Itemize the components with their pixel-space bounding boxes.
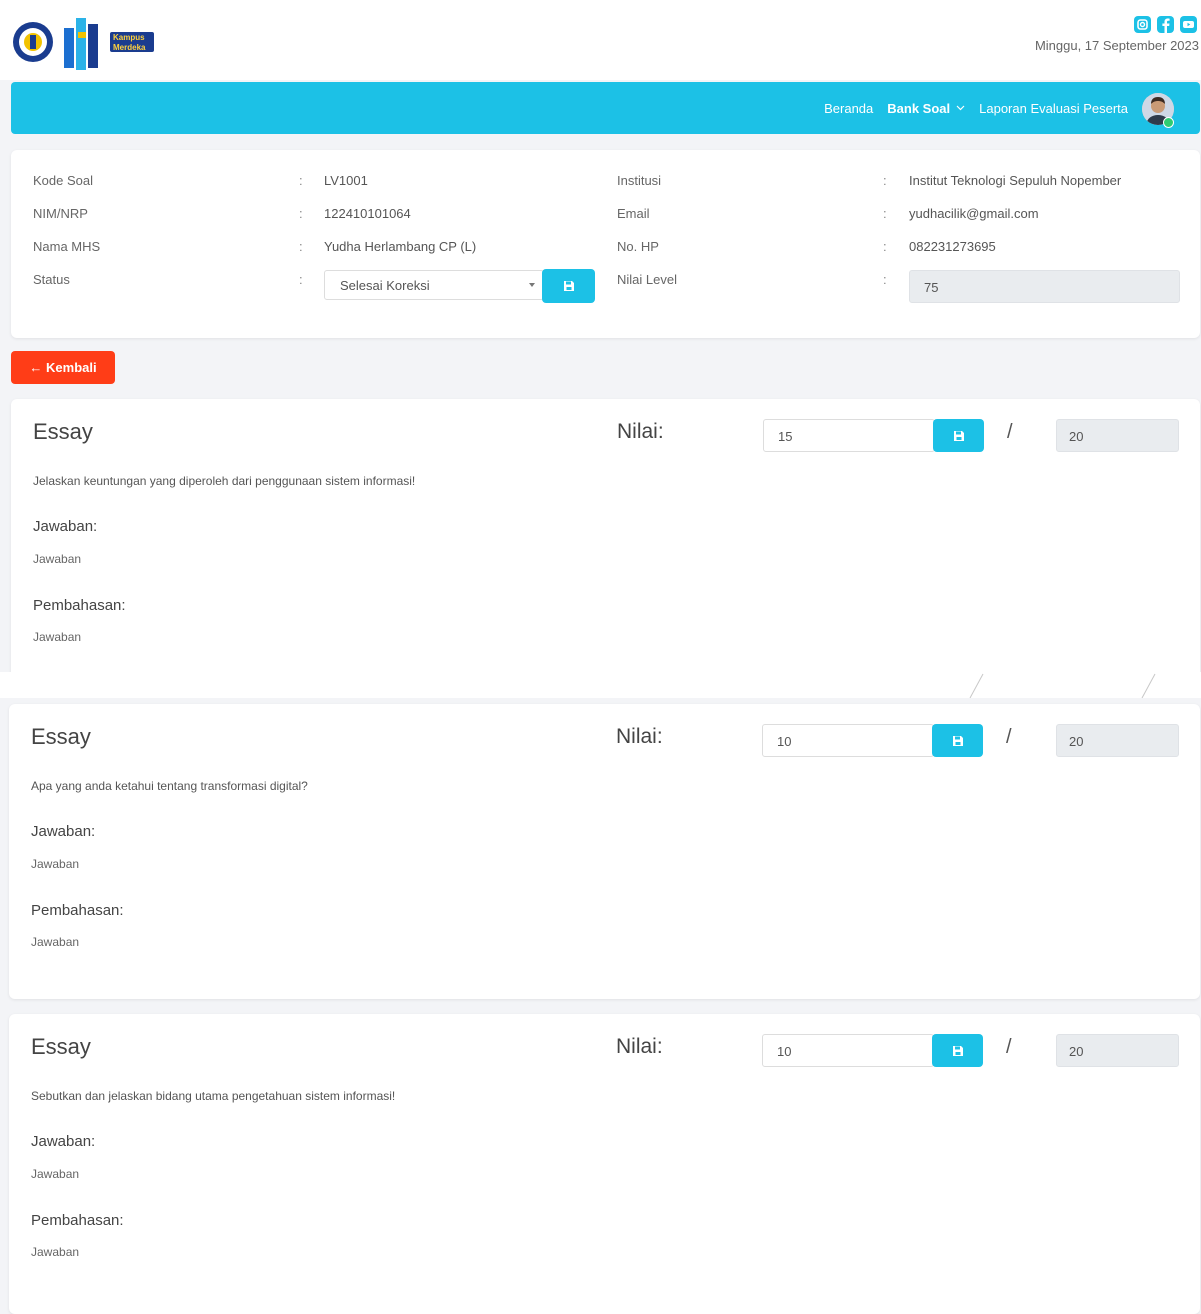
chevron-down-icon bbox=[956, 105, 965, 111]
essay-card bbox=[11, 399, 1200, 689]
hp-label: No. HP bbox=[617, 239, 659, 254]
jawaban-text: Jawaban bbox=[31, 857, 80, 871]
tut-wuri-logo-icon bbox=[13, 22, 53, 62]
slash-separator: / bbox=[1006, 1036, 1012, 1058]
max-nilai-field: 20 bbox=[1056, 419, 1179, 452]
essay-card bbox=[9, 704, 1200, 999]
save-icon bbox=[563, 281, 574, 291]
current-date: Minggu, 17 September 2023 bbox=[1034, 38, 1199, 53]
max-nilai-value: 20 bbox=[1069, 1044, 1084, 1059]
colon: : bbox=[299, 206, 303, 221]
nav-item-bank-soal-label: Bank Soal bbox=[887, 100, 951, 116]
question-text: Sebutkan dan jelaskan bidang utama penge… bbox=[31, 1089, 396, 1103]
kampus-merdeka-logo-icon bbox=[64, 18, 98, 70]
nav-item-beranda[interactable]: Beranda bbox=[824, 101, 873, 116]
hp-value: 082231273695 bbox=[909, 239, 996, 254]
nilai-label: Nilai: bbox=[616, 1035, 663, 1058]
colon: : bbox=[883, 206, 887, 221]
instagram-icon[interactable] bbox=[1134, 16, 1151, 33]
colon: : bbox=[883, 272, 887, 287]
nilai-level-field: 75 bbox=[909, 270, 1180, 303]
nilai-label: Nilai: bbox=[616, 725, 663, 748]
email-value: yudhacilik@gmail.com bbox=[909, 206, 1039, 221]
kode-soal-value: LV1001 bbox=[324, 173, 368, 188]
slash-separator: / bbox=[1006, 726, 1012, 748]
colon: : bbox=[299, 272, 303, 287]
save-icon bbox=[952, 735, 963, 746]
colon: : bbox=[299, 173, 303, 188]
back-button[interactable]: ← Kembali bbox=[11, 351, 115, 384]
status-label: Status bbox=[33, 272, 70, 287]
online-status-dot bbox=[1163, 117, 1174, 128]
save-icon bbox=[952, 1045, 963, 1056]
kampus-merdeka-logo-text: Kampus Merdeka bbox=[110, 32, 154, 52]
nilai-input[interactable]: 10 bbox=[762, 724, 934, 757]
nav-item-bank-soal[interactable]: Bank Soal bbox=[887, 101, 965, 116]
nim-value: 122410101064 bbox=[324, 206, 411, 221]
nilai-level-label: Nilai Level bbox=[617, 272, 677, 287]
institusi-label: Institusi bbox=[617, 173, 662, 188]
colon: : bbox=[883, 173, 887, 188]
main-nav: Beranda Bank Soal Laporan Evaluasi Peser… bbox=[11, 82, 1200, 134]
save-nilai-button[interactable] bbox=[932, 1034, 983, 1067]
slash-separator: / bbox=[1007, 421, 1013, 443]
top-bar: Kampus Merdeka Minggu, 17 September 2023 bbox=[0, 0, 1201, 80]
nav-items: Beranda Bank Soal Laporan Evaluasi Peser… bbox=[824, 82, 1128, 134]
save-icon bbox=[953, 430, 964, 441]
pembahasan-heading: Pembahasan: bbox=[31, 902, 124, 919]
screenshot-separator bbox=[0, 672, 1201, 699]
nama-value: Yudha Herlambang CP (L) bbox=[324, 239, 477, 254]
email-label: Email bbox=[617, 206, 650, 221]
essay-title: Essay bbox=[33, 419, 93, 444]
jawaban-heading: Jawaban: bbox=[33, 518, 98, 535]
nilai-input-value: 10 bbox=[777, 1044, 792, 1059]
nim-label: NIM/NRP bbox=[33, 206, 88, 221]
nilai-label: Nilai: bbox=[617, 420, 664, 443]
save-nilai-button[interactable] bbox=[932, 724, 983, 757]
max-nilai-value: 20 bbox=[1069, 429, 1084, 444]
max-nilai-value: 20 bbox=[1069, 734, 1084, 749]
status-select-value: Selesai Koreksi bbox=[340, 278, 430, 293]
save-nilai-button[interactable] bbox=[933, 419, 984, 452]
question-text: Jelaskan keuntungan yang diperoleh dari … bbox=[33, 474, 416, 488]
max-nilai-field: 20 bbox=[1056, 1034, 1179, 1067]
status-select[interactable]: Selesai Koreksi bbox=[324, 270, 544, 300]
facebook-icon[interactable] bbox=[1157, 16, 1174, 33]
nilai-input[interactable]: 10 bbox=[762, 1034, 934, 1067]
jawaban-text: Jawaban bbox=[33, 552, 82, 566]
pembahasan-text: Jawaban bbox=[31, 935, 80, 949]
jawaban-heading: Jawaban: bbox=[31, 1133, 96, 1150]
nilai-input-value: 10 bbox=[777, 734, 792, 749]
essay-title: Essay bbox=[31, 724, 91, 749]
save-status-button[interactable] bbox=[542, 269, 595, 303]
max-nilai-field: 20 bbox=[1056, 724, 1179, 757]
nav-item-laporan[interactable]: Laporan Evaluasi Peserta bbox=[979, 101, 1128, 116]
jawaban-text: Jawaban bbox=[31, 1167, 80, 1181]
colon: : bbox=[299, 239, 303, 254]
nama-label: Nama MHS bbox=[33, 239, 101, 254]
colon: : bbox=[883, 239, 887, 254]
pembahasan-heading: Pembahasan: bbox=[33, 597, 126, 614]
kode-soal-label: Kode Soal bbox=[33, 173, 93, 188]
nilai-input-value: 15 bbox=[778, 429, 793, 444]
nilai-level-value: 75 bbox=[924, 280, 939, 295]
institusi-value: Institut Teknologi Sepuluh Nopember bbox=[909, 173, 1122, 188]
pembahasan-text: Jawaban bbox=[31, 1245, 80, 1259]
pembahasan-heading: Pembahasan: bbox=[31, 1212, 124, 1229]
pembahasan-text: Jawaban bbox=[33, 630, 82, 644]
logo-group: Kampus Merdeka bbox=[12, 14, 154, 70]
nilai-input[interactable]: 15 bbox=[763, 419, 935, 452]
essay-title: Essay bbox=[31, 1034, 91, 1059]
jawaban-heading: Jawaban: bbox=[31, 823, 96, 840]
essay-card bbox=[9, 1014, 1200, 1314]
caret-down-icon bbox=[529, 283, 535, 287]
question-text: Apa yang anda ketahui tentang transforma… bbox=[31, 779, 308, 793]
social-links bbox=[1134, 16, 1197, 33]
youtube-icon[interactable] bbox=[1180, 16, 1197, 33]
